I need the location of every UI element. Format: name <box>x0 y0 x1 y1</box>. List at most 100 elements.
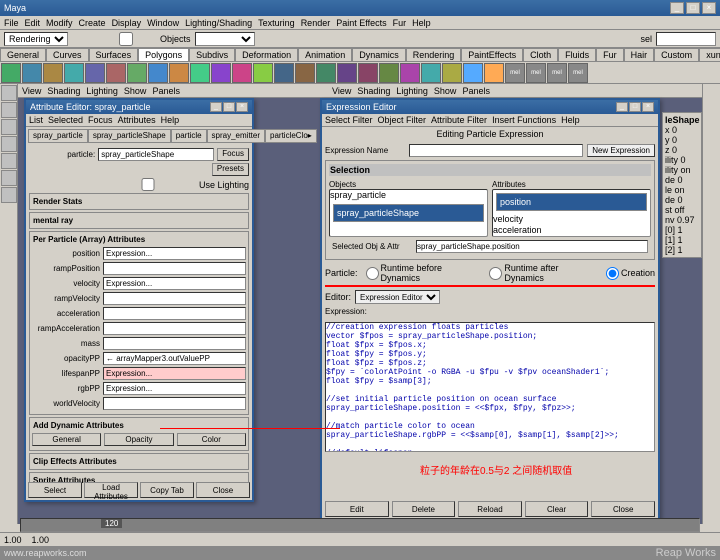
shelf-mel[interactable]: mel <box>505 63 525 83</box>
ee-selectfilter[interactable]: Select Filter <box>325 115 373 125</box>
ee-insertfunc[interactable]: Insert Functions <box>492 115 556 125</box>
reload-button[interactable]: Reload <box>458 501 522 517</box>
tab-xun[interactable]: xun <box>699 48 720 62</box>
last-tool-icon[interactable] <box>1 187 17 203</box>
channel-item[interactable]: nv 0.97 <box>665 215 699 225</box>
rotate-tool-icon[interactable] <box>1 136 17 152</box>
view-menu[interactable]: View <box>332 86 351 96</box>
general-button[interactable]: General <box>32 433 101 446</box>
tab-fur[interactable]: Fur <box>596 48 624 62</box>
shelf-icon[interactable] <box>274 63 294 83</box>
shelf-icon[interactable] <box>316 63 336 83</box>
ae-tab[interactable]: spray_particle <box>28 129 88 143</box>
close-button[interactable]: × <box>702 2 716 14</box>
creation-radio[interactable] <box>606 267 619 280</box>
objects-list[interactable]: spray_particle spray_particleShape <box>329 189 488 237</box>
shelf-icon[interactable] <box>190 63 210 83</box>
shelf-icon[interactable] <box>253 63 273 83</box>
manip-tool-icon[interactable] <box>1 170 17 186</box>
tab-general[interactable]: General <box>0 48 46 62</box>
channel-box[interactable]: leShape x 0y 0z 0ility 0ility onde 0le o… <box>662 112 702 258</box>
tab-fluids[interactable]: Fluids <box>558 48 596 62</box>
tab-rendering[interactable]: Rendering <box>406 48 462 62</box>
editor-select[interactable]: Expression Editor <box>355 290 440 304</box>
shelf-mel[interactable]: mel <box>547 63 567 83</box>
attr-field-velocity[interactable] <box>103 277 246 290</box>
channel-item[interactable]: y 0 <box>665 135 699 145</box>
ae-tab[interactable]: spray_particleShape <box>88 129 171 143</box>
menu-lighting[interactable]: Lighting/Shading <box>185 18 252 28</box>
attr-field-rgbPP[interactable] <box>103 382 246 395</box>
tab-hair[interactable]: Hair <box>624 48 655 62</box>
channel-item[interactable]: st off <box>665 205 699 215</box>
tab-cloth[interactable]: Cloth <box>523 48 558 62</box>
ae-tab[interactable]: spray_emitter <box>207 129 265 143</box>
show-menu[interactable]: Show <box>434 86 457 96</box>
channel-item[interactable]: [2] 1 <box>665 245 699 255</box>
color-button[interactable]: Color <box>177 433 246 446</box>
channel-item[interactable]: de 0 <box>665 195 699 205</box>
shelf-icon[interactable] <box>463 63 483 83</box>
sel-input[interactable] <box>656 32 716 46</box>
shelf-icon[interactable] <box>379 63 399 83</box>
shelf-icon[interactable] <box>22 63 42 83</box>
objects-select[interactable] <box>195 32 255 46</box>
shelf-mel[interactable]: mel <box>526 63 546 83</box>
shelf-icon[interactable] <box>421 63 441 83</box>
clear-button[interactable]: Clear <box>525 501 589 517</box>
copy-tab-button[interactable]: Copy Tab <box>140 482 194 498</box>
ae-max-button[interactable]: □ <box>223 102 235 112</box>
exprname-input[interactable] <box>409 144 583 157</box>
ae-focus[interactable]: Focus <box>88 115 113 125</box>
select-button[interactable]: Select <box>28 482 82 498</box>
show-menu[interactable]: Show <box>124 86 147 96</box>
tab-dynamics[interactable]: Dynamics <box>352 48 406 62</box>
shelf-icon[interactable] <box>148 63 168 83</box>
menu-create[interactable]: Create <box>79 18 106 28</box>
ae-list[interactable]: List <box>29 115 43 125</box>
close-button[interactable]: Close <box>591 501 655 517</box>
menu-texturing[interactable]: Texturing <box>258 18 295 28</box>
attr-field-mass[interactable] <box>103 337 246 350</box>
ppa-header[interactable]: Per Particle (Array) Attributes <box>32 234 246 245</box>
ae-tab[interactable]: particleClo▸ <box>265 129 317 143</box>
menu-fur[interactable]: Fur <box>393 18 407 28</box>
attr-field-position[interactable] <box>103 247 246 260</box>
menu-help[interactable]: Help <box>412 18 431 28</box>
minimize-button[interactable]: _ <box>670 2 684 14</box>
shading-menu[interactable]: Shading <box>47 86 80 96</box>
ee-attrfilter[interactable]: Attribute Filter <box>431 115 487 125</box>
attr-field-lifespanPP[interactable] <box>103 367 246 380</box>
shelf-icon[interactable] <box>211 63 231 83</box>
tab-animation[interactable]: Animation <box>298 48 352 62</box>
add-dyn-header[interactable]: Add Dynamic Attributes <box>32 420 246 431</box>
menu-window[interactable]: Window <box>147 18 179 28</box>
presets-button[interactable]: Presets <box>212 163 249 176</box>
lasso-tool-icon[interactable] <box>1 102 17 118</box>
attr-field-rampVelocity[interactable] <box>103 292 246 305</box>
channel-item[interactable]: [1] 1 <box>665 235 699 245</box>
tab-curves[interactable]: Curves <box>46 48 89 62</box>
menu-file[interactable]: File <box>4 18 19 28</box>
shelf-icon[interactable] <box>400 63 420 83</box>
ee-close-button[interactable]: × <box>642 102 654 112</box>
panels-menu[interactable]: Panels <box>462 86 490 96</box>
move-tool-icon[interactable] <box>1 119 17 135</box>
shelf-icon[interactable] <box>442 63 462 83</box>
attributes-list[interactable]: position velocity acceleration force inp… <box>492 189 651 237</box>
delete-button[interactable]: Delete <box>392 501 456 517</box>
shelf-icon[interactable] <box>484 63 504 83</box>
menu-edit[interactable]: Edit <box>25 18 41 28</box>
tab-custom[interactable]: Custom <box>654 48 699 62</box>
shelf-icon[interactable] <box>358 63 378 83</box>
shading-menu[interactable]: Shading <box>357 86 390 96</box>
mode-select[interactable]: Rendering <box>4 32 68 46</box>
channel-item[interactable]: ility on <box>665 165 699 175</box>
shelf-icon[interactable] <box>106 63 126 83</box>
attr-field-rampAcceleration[interactable] <box>103 322 246 335</box>
range-start2[interactable]: 1.00 <box>32 535 50 545</box>
ee-titlebar[interactable]: Expression Editor _□× <box>322 100 658 114</box>
ae-tab[interactable]: particle <box>171 129 207 143</box>
focus-button[interactable]: Focus <box>217 148 249 161</box>
ae-selected[interactable]: Selected <box>48 115 83 125</box>
